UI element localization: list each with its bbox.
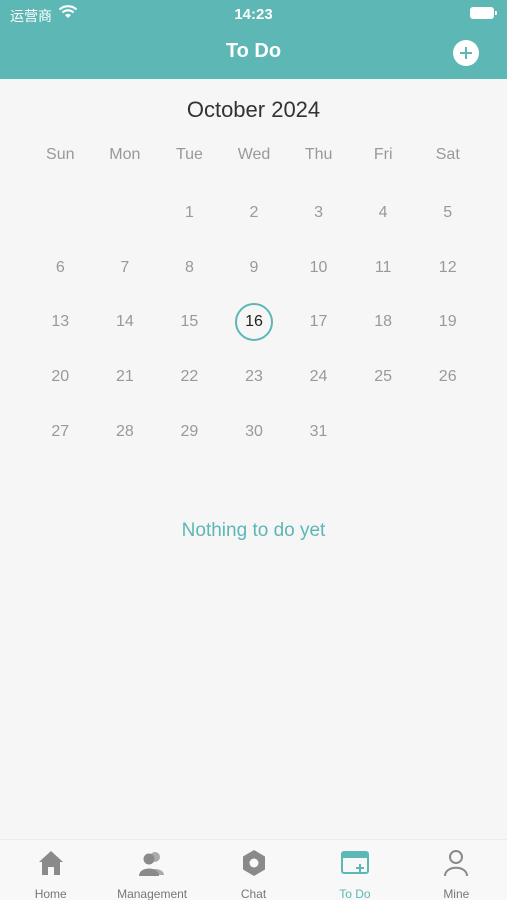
calendar-day[interactable]: 12	[415, 241, 480, 296]
calendar-day[interactable]: 24	[286, 350, 351, 405]
calendar-grid: 1 2 3 4 5 6 7 8 9 10 11 12 13 14 15 16 17 18 19 20 21 22 23 24 2…	[28, 186, 480, 459]
calendar-day[interactable]: 31	[286, 404, 351, 459]
calendar-day[interactable]: 16	[222, 295, 287, 350]
calendar-day[interactable]: 25	[351, 350, 416, 405]
calendar-day-number: 3	[314, 204, 324, 222]
calendar-day-number: 23	[245, 368, 263, 386]
tab-label: Home	[34, 887, 67, 900]
calendar-day[interactable]: 30	[222, 404, 287, 459]
calendar-day[interactable]: 13	[28, 295, 93, 350]
calendar-day-number: 17	[309, 313, 328, 331]
calendar-day[interactable]: 26	[415, 350, 480, 405]
calendar-day[interactable]: 7	[93, 241, 158, 296]
calendar-day[interactable]: 19	[415, 295, 480, 350]
calendar-day-number: 24	[309, 368, 328, 386]
calendar-day[interactable]: 17	[286, 295, 351, 350]
calendar-day-number: 22	[180, 368, 199, 386]
add-todo-button[interactable]	[453, 40, 479, 66]
weekday-label: Wed	[237, 146, 271, 163]
status-bar: 运营商 14:23	[0, 0, 507, 28]
calendar-day-number: 25	[374, 368, 393, 386]
calendar-day-number: 26	[438, 368, 457, 386]
calendar-day-number: 16	[234, 303, 273, 342]
page-title: To Do	[225, 40, 282, 62]
weekday-label: Sun	[46, 146, 75, 163]
calendar-day-number: 19	[438, 313, 457, 331]
calendar-day[interactable]: 29	[157, 404, 222, 459]
calendar-day-number: 18	[374, 313, 393, 331]
calendar-day-number: 7	[120, 258, 130, 276]
people-icon	[137, 848, 167, 883]
tab-bar: Home Management Chat To Do Mine	[0, 839, 507, 900]
calendar-day[interactable]: 10	[286, 241, 351, 296]
calendar-day-number: 6	[55, 258, 65, 276]
calendar-day[interactable]: 27	[28, 404, 93, 459]
calendar-day[interactable]: 15	[157, 295, 222, 350]
tab-mine[interactable]: Mine	[406, 840, 507, 900]
weekday-label: Mon	[109, 146, 141, 163]
calendar-empty-cell	[93, 186, 158, 241]
tab-chat[interactable]: Chat	[203, 840, 304, 900]
weekday-label: Sat	[435, 146, 460, 163]
battery-icon	[470, 7, 497, 19]
calendar-day[interactable]: 6	[28, 241, 93, 296]
weekday-label: Fri	[373, 146, 393, 163]
calendar-day-number: 9	[249, 258, 259, 276]
header: 运营商 14:23 To Do	[0, 0, 507, 79]
calendar-day-number: 10	[309, 258, 328, 276]
tab-label: Mine	[443, 887, 470, 900]
calendar-day[interactable]: 1	[157, 186, 222, 241]
calendar-day[interactable]: 14	[93, 295, 158, 350]
empty-state-message: Nothing to do yet	[181, 520, 326, 541]
calendar-day[interactable]: 8	[157, 241, 222, 296]
calendar-day[interactable]: 9	[222, 241, 287, 296]
calendar-day-number: 20	[51, 368, 70, 386]
calendar-day[interactable]: 2	[222, 186, 287, 241]
calendar-empty-cell	[28, 186, 93, 241]
calendar-day-number: 30	[245, 422, 263, 440]
calendar-day[interactable]: 3	[286, 186, 351, 241]
weekday-label: Thu	[304, 146, 333, 163]
calendar-day-number: 31	[309, 422, 328, 440]
tab-label: Chat	[240, 887, 267, 900]
calendar-day-number: 14	[115, 313, 134, 331]
calendar-day-number: 1	[184, 204, 194, 222]
calendar-day-number: 29	[180, 422, 199, 440]
calendar-day-number: 8	[184, 258, 194, 276]
calendar-day-number: 5	[443, 204, 453, 222]
calendar-day-number: 27	[51, 422, 70, 440]
hexagon-icon	[239, 848, 269, 883]
calendar-day-number: 28	[115, 422, 134, 440]
calendar-day[interactable]: 28	[93, 404, 158, 459]
month-title: October 2024	[186, 97, 321, 122]
calendar-day[interactable]: 18	[351, 295, 416, 350]
calendar-day[interactable]: 11	[351, 241, 416, 296]
calendar-day-number: 13	[51, 313, 70, 331]
calendar-day-number: 4	[378, 204, 388, 222]
weekday-label: Tue	[175, 146, 203, 163]
weekday-header: Sun Mon Tue Wed Thu Fri Sat	[28, 146, 480, 164]
calendar-add-icon	[340, 848, 370, 883]
status-time: 14:23	[234, 6, 273, 23]
tab-label: To Do	[339, 887, 371, 900]
calendar-day[interactable]: 22	[157, 350, 222, 405]
calendar-day[interactable]: 4	[351, 186, 416, 241]
home-icon	[36, 848, 66, 883]
tab-label: Management	[117, 887, 188, 900]
calendar-day[interactable]: 20	[28, 350, 93, 405]
tab-to-do[interactable]: To Do	[304, 840, 405, 900]
person-icon	[441, 848, 471, 883]
tab-management[interactable]: Management	[101, 840, 202, 900]
tab-home[interactable]: Home	[0, 840, 101, 900]
calendar-day[interactable]: 23	[222, 350, 287, 405]
calendar-day-number: 12	[438, 258, 457, 276]
calendar-day-number: 15	[180, 313, 199, 331]
calendar-day[interactable]: 5	[415, 186, 480, 241]
calendar-day-number: 11	[374, 258, 392, 276]
calendar-day-number: 21	[115, 368, 134, 386]
calendar-day-number: 2	[249, 204, 259, 222]
calendar-day[interactable]: 21	[93, 350, 158, 405]
